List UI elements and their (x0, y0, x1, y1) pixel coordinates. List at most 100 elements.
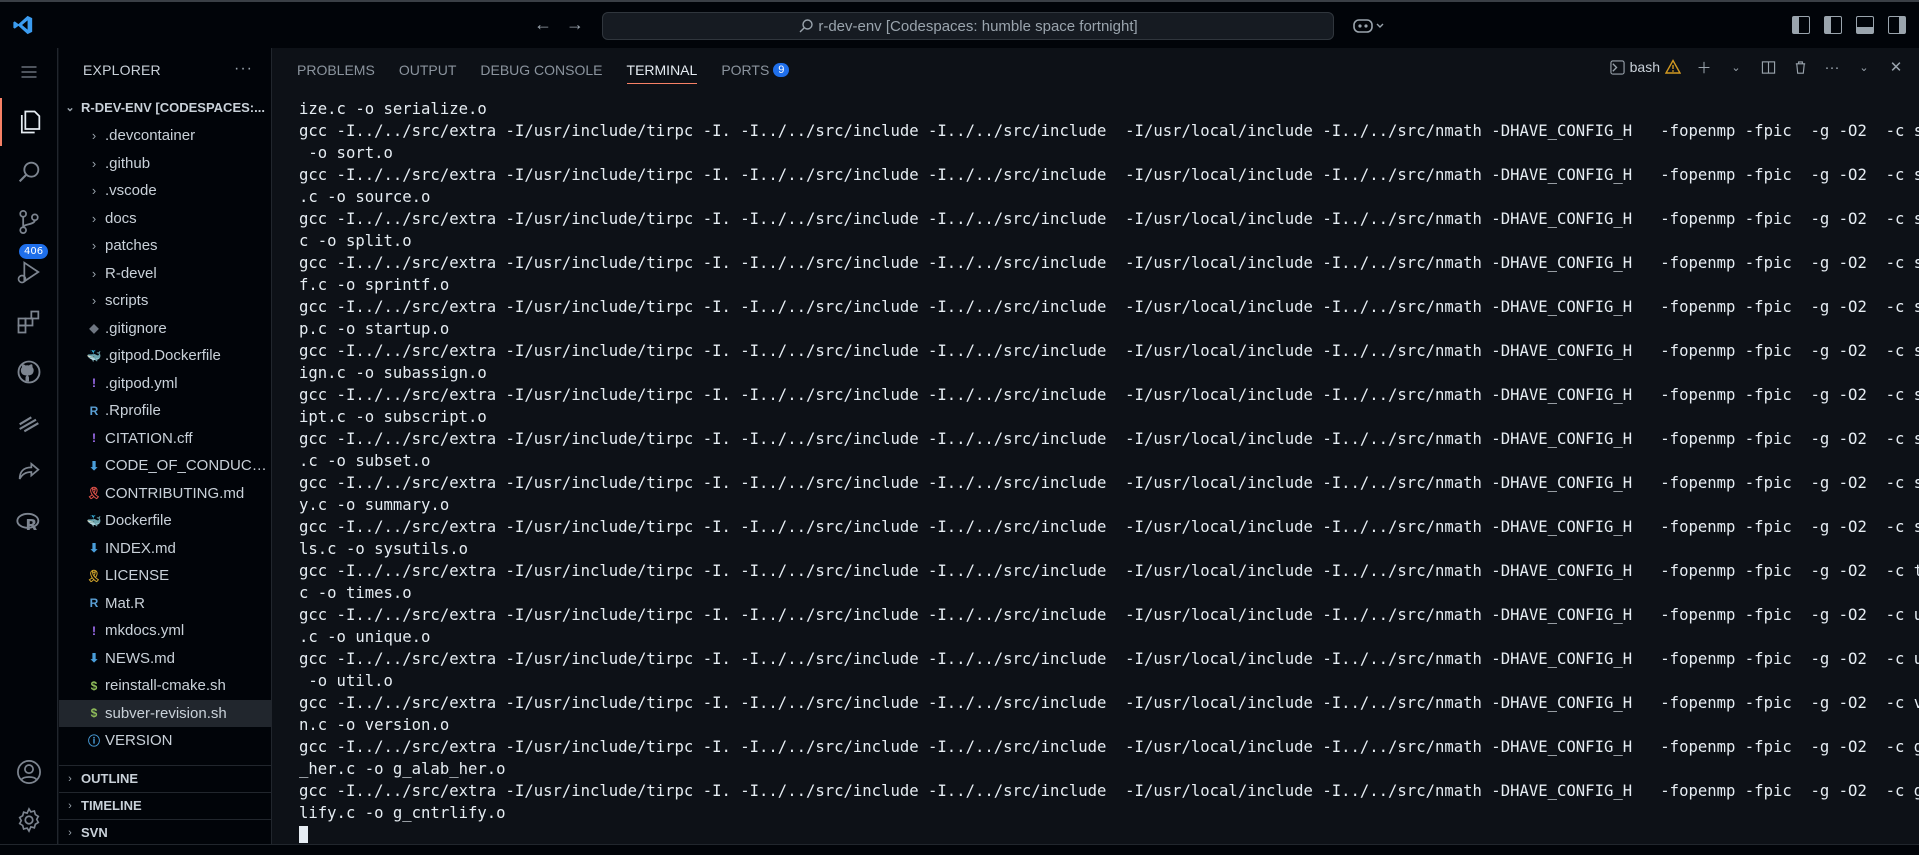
terminal-line: -o util.o (299, 672, 393, 690)
explorer-icon[interactable] (0, 98, 58, 146)
tab-output[interactable]: OUTPUT (399, 48, 457, 92)
terminal-line: ize.c -o serialize.o (299, 100, 487, 118)
terminal-line: gcc -I../../src/extra -I/usr/include/tir… (299, 562, 1919, 580)
chevron-right-icon: › (91, 265, 97, 281)
live-share-icon[interactable] (0, 448, 58, 496)
go-back-icon[interactable]: ← (534, 14, 552, 35)
file-type-icon: 🐳 (86, 513, 102, 528)
tree-file[interactable]: ◆ .gitignore (59, 315, 271, 343)
tree-item-label: subver-revision.sh (105, 704, 227, 722)
settings-icon[interactable] (0, 796, 58, 844)
toggle-secondary-sidebar-icon[interactable] (1888, 16, 1906, 34)
tree-item-label: R-devel (105, 264, 157, 282)
workspace-root[interactable]: ⌄ R-DEV-ENV [CODESPACES:... (59, 94, 272, 120)
terminal-line: gcc -I../../src/extra -I/usr/include/tir… (299, 782, 1919, 800)
terminal-prompt-line[interactable] (299, 824, 1909, 846)
close-panel-icon[interactable]: ✕ (1887, 58, 1905, 76)
customize-layout-icon[interactable] (1792, 16, 1810, 34)
file-type-icon: R (89, 403, 99, 418)
copilot-icon[interactable] (1352, 16, 1388, 36)
panel-actions: bash ＋ ⌄ ··· ⌄ ✕ (1610, 58, 1905, 77)
tree-file[interactable]: ⬇ CODE_OF_CONDUCT.... (59, 452, 271, 480)
terminal-shell-selector[interactable]: bash (1610, 59, 1681, 75)
terminal-line: gcc -I../../src/extra -I/usr/include/tir… (299, 298, 1919, 316)
remote-indicator[interactable] (8, 845, 11, 855)
tree-folder[interactable]: › docs (59, 205, 271, 233)
tree-folder[interactable]: › .vscode (59, 177, 271, 205)
tree-folder[interactable]: › .github (59, 150, 271, 178)
more-actions-icon[interactable]: ··· (234, 60, 253, 78)
svn-section-label: SVN (81, 825, 108, 840)
tab-ports[interactable]: PORTS 9 (721, 48, 790, 92)
tree-file[interactable]: ⬇ INDEX.md (59, 535, 271, 563)
tree-file[interactable]: $ subver-revision.sh (59, 699, 271, 727)
terminal-icon (1610, 59, 1625, 75)
tree-file[interactable]: ⬇ NEWS.md (59, 645, 271, 673)
terminal-output[interactable]: ize.c -o serialize.o gcc -I../../src/extr… (299, 98, 1919, 846)
menu-icon[interactable] (0, 48, 58, 96)
command-center[interactable]: r-dev-env [Codespaces: humble space fort… (602, 12, 1334, 40)
chevron-down-icon[interactable]: ⌄ (1727, 58, 1745, 76)
tree-file[interactable]: ! CITATION.cff (59, 425, 271, 453)
outline-section-label: OUTLINE (81, 771, 139, 786)
tab-debug-console[interactable]: DEBUG CONSOLE (480, 48, 602, 92)
svn-section[interactable]: › SVN (59, 819, 271, 845)
terminal-line: -o sort.o (299, 144, 393, 162)
terminal-line: c -o split.o (299, 232, 412, 250)
chevron-right-icon: › (68, 799, 72, 812)
terminal-line: gcc -I../../src/extra -I/usr/include/tir… (299, 342, 1919, 360)
go-forward-icon[interactable]: → (566, 14, 584, 35)
vscode-logo-icon[interactable] (12, 14, 34, 36)
file-type-icon: ! (92, 376, 96, 391)
tree-folder[interactable]: › patches (59, 232, 271, 260)
run-debug-icon[interactable] (0, 248, 58, 296)
kill-terminal-icon[interactable] (1791, 58, 1809, 76)
tree-file[interactable]: R .Rprofile (59, 397, 271, 425)
tree-file[interactable]: 🐳 Dockerfile (59, 507, 271, 535)
account-icon[interactable] (0, 748, 58, 796)
search-icon[interactable] (0, 148, 58, 196)
panel-tabs: PROBLEMS OUTPUT DEBUG CONSOLE TERMINAL P… (273, 48, 790, 92)
toggle-primary-sidebar-icon[interactable] (1824, 16, 1842, 34)
terminal-line: gcc -I../../src/extra -I/usr/include/tir… (299, 518, 1919, 536)
r-icon[interactable]: R (0, 498, 58, 546)
tree-folder[interactable]: › scripts (59, 287, 271, 315)
github-icon[interactable] (0, 348, 58, 396)
tree-file[interactable]: R Mat.R (59, 590, 271, 618)
tree-item-label: CITATION.cff (105, 429, 193, 447)
tab-terminal[interactable]: TERMINAL (626, 48, 697, 92)
tree-file[interactable]: ! mkdocs.yml (59, 617, 271, 645)
tree-folder[interactable]: › R-devel (59, 260, 271, 288)
split-terminal-icon[interactable] (1759, 58, 1777, 76)
tree-file[interactable]: 🐳 .gitpod.Dockerfile (59, 342, 271, 370)
tree-file[interactable]: ! .gitpod.yml (59, 370, 271, 398)
tree-folder[interactable]: › .devcontainer (59, 122, 271, 150)
chevron-right-icon: › (68, 772, 72, 785)
tree-file[interactable]: $ reinstall-cmake.sh (59, 672, 271, 700)
tree-item-label: docs (105, 209, 137, 227)
terminal-line: p.c -o startup.o (299, 320, 450, 338)
toggle-panel-icon[interactable] (1856, 16, 1874, 34)
remote-explorer-icon[interactable] (0, 398, 58, 446)
new-terminal-icon[interactable]: ＋ (1695, 58, 1713, 77)
tree-file[interactable]: 🎗 CONTRIBUTING.md (59, 480, 271, 508)
more-actions-icon[interactable]: ··· (1823, 58, 1841, 76)
tree-item-label: mkdocs.yml (105, 622, 185, 640)
tab-label: PORTS (721, 62, 770, 78)
tab-problems[interactable]: PROBLEMS (297, 48, 375, 92)
terminal-cursor (299, 826, 308, 843)
workspace-root-label: R-DEV-ENV [CODESPACES:... (81, 99, 265, 115)
outline-section[interactable]: › OUTLINE (59, 765, 271, 791)
extensions-icon[interactable] (0, 298, 58, 346)
terminal-line: y.c -o summary.o (299, 496, 450, 514)
timeline-section[interactable]: › TIMELINE (59, 792, 271, 818)
source-control-icon[interactable] (0, 198, 58, 246)
tree-file[interactable]: 🎗 LICENSE (59, 562, 271, 590)
tree-file[interactable]: ⓘ VERSION (59, 727, 271, 755)
terminal-line: ipt.c -o subscript.o (299, 408, 487, 426)
tree-item-label: .devcontainer (105, 127, 196, 145)
maximize-panel-icon[interactable]: ⌄ (1855, 58, 1873, 76)
terminal-line: gcc -I../../src/extra -I/usr/include/tir… (299, 650, 1919, 668)
tree-item-label: LICENSE (105, 567, 170, 585)
tree-item-label: patches (105, 237, 158, 255)
